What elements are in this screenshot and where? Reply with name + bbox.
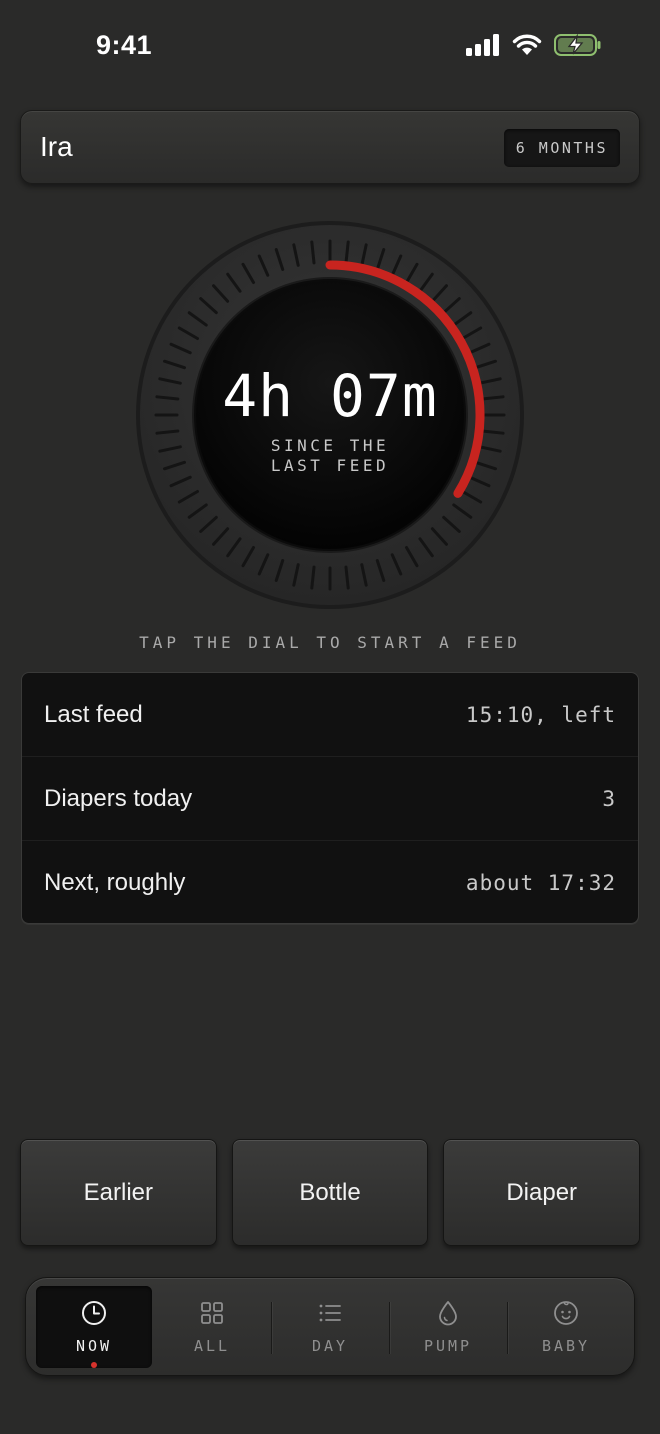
- age-badge: 6 MONTHS: [503, 129, 620, 167]
- baby-name: Ira: [40, 131, 73, 162]
- caption-line-1: SINCE THE: [270, 436, 390, 455]
- elapsed-caption: SINCE THE LAST FEED: [135, 436, 525, 476]
- tab-now[interactable]: NOW: [36, 1286, 152, 1368]
- stat-label: Last feed: [44, 700, 143, 728]
- drop-icon: [439, 1301, 457, 1326]
- bottle-button[interactable]: Bottle: [231, 1139, 429, 1246]
- baby-face-icon: [554, 1301, 578, 1325]
- grid-icon: [201, 1302, 223, 1324]
- stat-label: Diapers today: [44, 784, 193, 812]
- dial-hint: TAP THE DIAL TO START A FEED: [139, 633, 521, 652]
- diaper-button[interactable]: Diaper: [443, 1139, 641, 1246]
- tab-label: DAY: [311, 1337, 349, 1355]
- status-icons: [466, 34, 602, 56]
- tab-all[interactable]: ALL: [154, 1286, 270, 1368]
- stat-value: about 17:32: [465, 871, 616, 895]
- caption-line-2: LAST FEED: [270, 456, 390, 475]
- cellular-signal-icon: [466, 34, 499, 56]
- feed-timer-dial[interactable]: 4h 07m SINCE THE LAST FEED: [135, 220, 525, 610]
- status-bar: 9:41: [0, 0, 660, 100]
- tab-label: ALL: [193, 1337, 231, 1355]
- active-tab-indicator: [91, 1362, 97, 1368]
- tab-bar: NOW ALL DAY PUMP BABY: [25, 1277, 635, 1376]
- earlier-button[interactable]: Earlier: [20, 1139, 217, 1246]
- battery-charging-icon: [554, 34, 601, 56]
- list-icon: [319, 1304, 341, 1322]
- tab-label: BABY: [541, 1337, 591, 1355]
- status-time: 9:41: [96, 30, 153, 60]
- tab-label: NOW: [75, 1337, 113, 1355]
- stat-label: Next, roughly: [44, 869, 186, 896]
- tab-baby[interactable]: BABY: [508, 1286, 624, 1368]
- stat-value: 3: [602, 786, 616, 811]
- elapsed-time: 4h 07m: [222, 362, 438, 430]
- stat-row-next-feed: Next, roughly about 17:32: [22, 841, 638, 923]
- wifi-icon: [512, 34, 542, 55]
- action-buttons: Earlier Bottle Diaper: [20, 1139, 641, 1246]
- tab-pump[interactable]: PUMP: [390, 1286, 506, 1368]
- tab-label: PUMP: [423, 1337, 473, 1355]
- stat-row-last-feed: Last feed 15:10, left: [22, 673, 638, 757]
- stat-row-diapers-today: Diapers today 3: [22, 757, 638, 841]
- stat-value: 15:10, left: [465, 702, 616, 727]
- tab-day[interactable]: DAY: [272, 1286, 388, 1368]
- clock-icon: [82, 1301, 106, 1325]
- stats-card: Last feed 15:10, left Diapers today 3 Ne…: [21, 672, 639, 924]
- baby-header[interactable]: Ira 6 MONTHS: [20, 110, 640, 184]
